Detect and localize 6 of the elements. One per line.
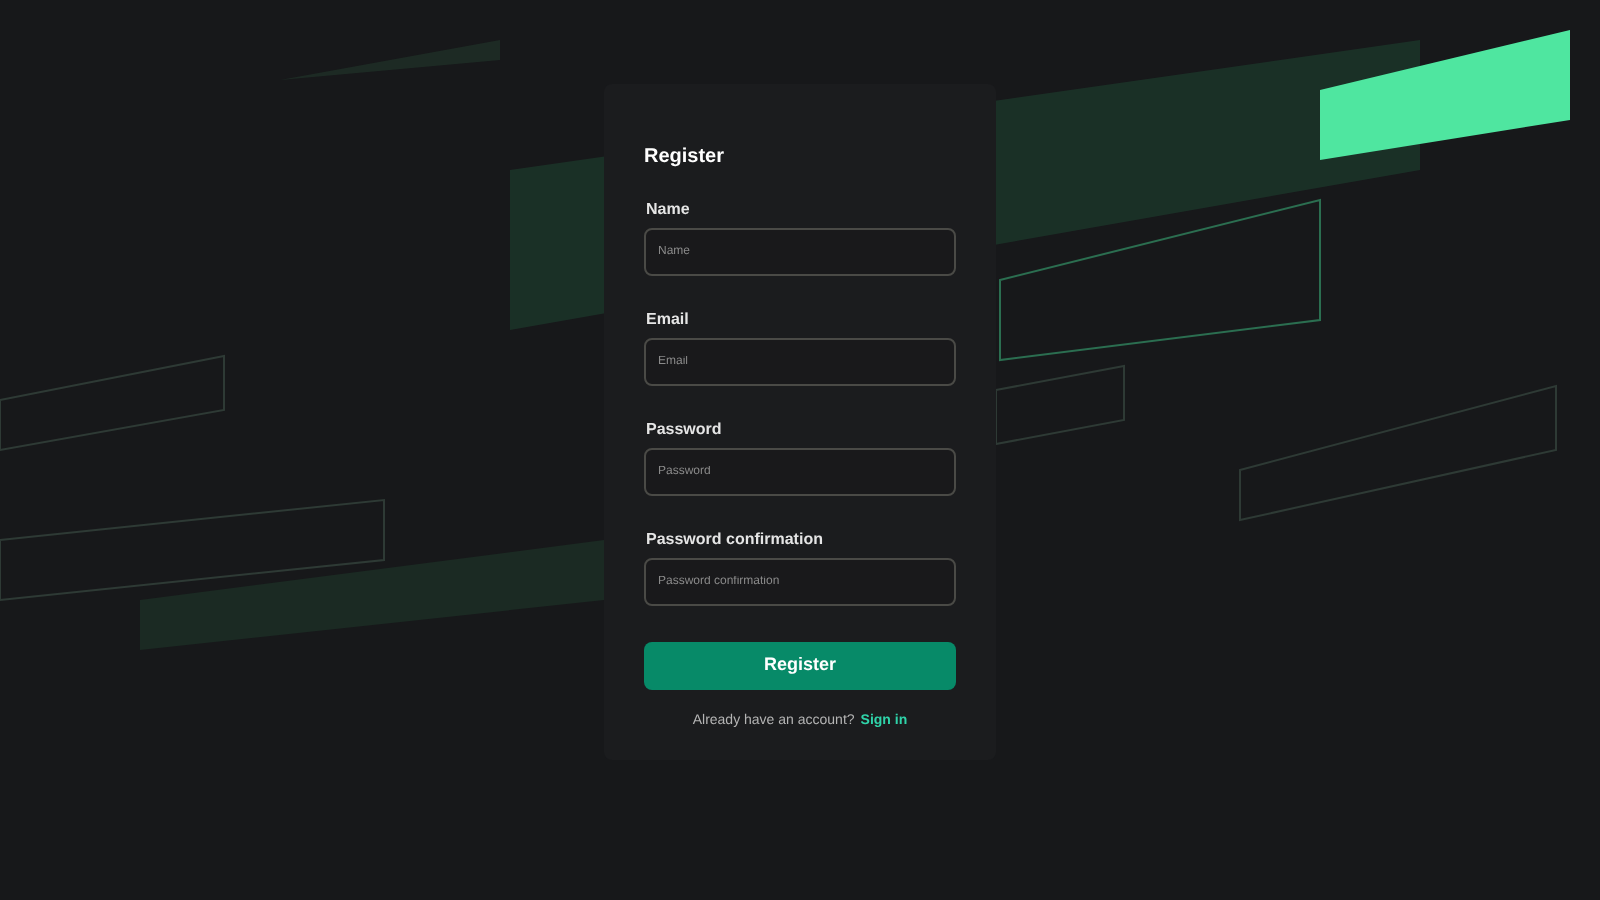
field-label: Password confirmation bbox=[646, 530, 825, 550]
form-title: Register bbox=[644, 144, 727, 172]
field-label: Name bbox=[646, 200, 692, 220]
field-label: Password bbox=[646, 420, 724, 440]
field-label: Email bbox=[646, 310, 691, 330]
register-button[interactable]: Register bbox=[644, 642, 956, 690]
